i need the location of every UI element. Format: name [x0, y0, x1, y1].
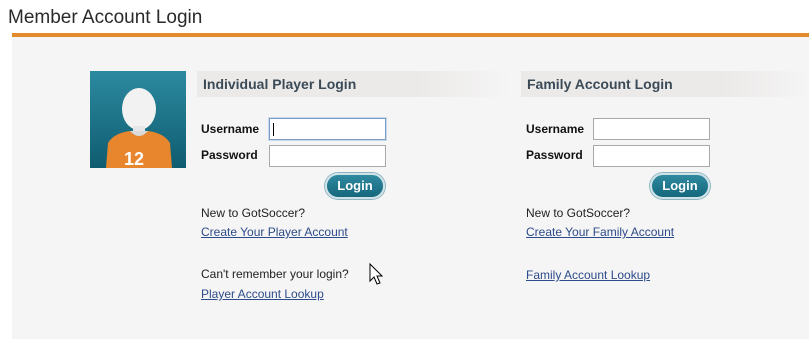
individual-login-button[interactable]: Login [325, 173, 385, 199]
player-account-lookup-link[interactable]: Player Account Lookup [201, 287, 324, 301]
text-caret [273, 123, 274, 136]
forgot-login-text: Can't remember your login? [201, 267, 349, 281]
individual-password-input[interactable] [269, 145, 386, 167]
family-username-label: Username [526, 122, 585, 136]
individual-new-text: New to GotSoccer? [201, 206, 306, 220]
family-new-text: New to GotSoccer? [526, 206, 631, 220]
create-family-account-link[interactable]: Create Your Family Account [526, 225, 674, 239]
individual-username-input[interactable] [269, 118, 386, 140]
family-password-input[interactable] [593, 145, 710, 167]
player-avatar-icon: 12 [90, 71, 186, 168]
page-title: Member Account Login [8, 7, 203, 28]
family-login-heading: Family Account Login [521, 71, 809, 97]
page-header: Member Account Login [0, 0, 809, 38]
jersey-number: 12 [124, 149, 144, 168]
family-password-label: Password [526, 148, 583, 162]
family-login-button[interactable]: Login [650, 173, 710, 199]
individual-login-heading: Individual Player Login [197, 71, 512, 97]
family-username-input[interactable] [593, 118, 710, 140]
mouse-pointer-icon [369, 262, 385, 287]
individual-username-label: Username [201, 122, 260, 136]
individual-password-label: Password [201, 148, 258, 162]
family-account-lookup-link[interactable]: Family Account Lookup [526, 268, 650, 282]
create-player-account-link[interactable]: Create Your Player Account [201, 225, 348, 239]
